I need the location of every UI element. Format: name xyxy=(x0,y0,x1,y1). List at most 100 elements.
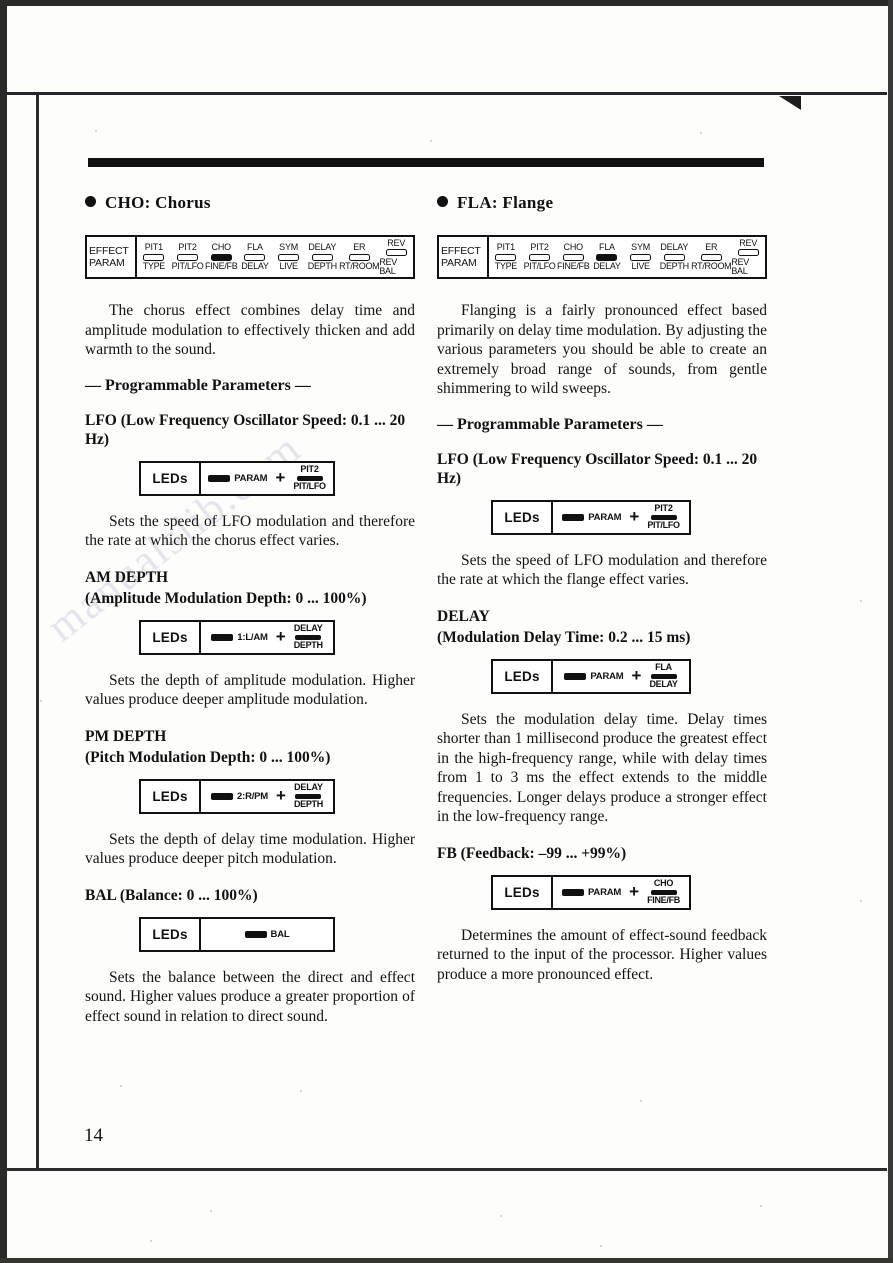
panel-cell-led-indicator xyxy=(278,253,300,261)
led-target-bottom-label: DEPTH xyxy=(293,799,323,809)
panel-cell-sym[interactable]: SYM LIVE xyxy=(272,237,306,277)
led-target-cho[interactable]: CHO FINE/FB xyxy=(647,879,680,905)
led-button-label: 2:R/PM xyxy=(237,790,269,802)
led-target-bottom-label: DELAY xyxy=(649,679,678,689)
panel-cell-delay[interactable]: DELAY DEPTH xyxy=(657,237,691,277)
bullet-icon xyxy=(85,196,96,207)
parameter-description: Determines the amount of effect-sound fe… xyxy=(437,926,767,983)
parameter-title: FB (Feedback: –99 ... +99%) xyxy=(437,844,627,862)
parameter-description: Sets the speed of LFO modulation and the… xyxy=(437,551,767,589)
panel-cell-top-label: REV xyxy=(387,237,406,248)
panel-cell-top-label: REV xyxy=(739,237,758,248)
led-instruction-box: LEDs BAL xyxy=(139,916,335,952)
panel-cell-led-indicator xyxy=(596,253,618,261)
led-bar-indicator xyxy=(295,793,322,799)
led-target-top-label: DELAY xyxy=(294,782,323,792)
led-box-body: PARAM + CHO FINE/FB xyxy=(553,877,689,908)
led-box-body: 2:R/PM + DELAY DEPTH xyxy=(201,781,333,812)
led-target-bottom-label: FINE/FB xyxy=(647,895,680,905)
plus-icon: + xyxy=(276,786,286,805)
section-rule xyxy=(88,158,764,167)
led-target-fla[interactable]: FLA DELAY xyxy=(649,663,677,689)
led-target-top-label: FLA xyxy=(655,662,672,672)
led-button-label: BAL xyxy=(270,928,290,940)
led-instruction-box: LEDs PARAM + PIT2 PIT/LFO xyxy=(139,460,335,496)
led-button-param[interactable]: PARAM xyxy=(562,512,622,523)
led-bar-indicator xyxy=(211,633,234,641)
scan-speckle xyxy=(150,1240,152,1242)
panel-cell-pit1[interactable]: PIT1 TYPE xyxy=(137,237,171,277)
led-button-param[interactable]: PARAM xyxy=(208,472,268,484)
panel-cell-top-label: CHO xyxy=(563,242,584,252)
panel-cell-top-label: SYM xyxy=(631,242,651,252)
scan-speckle xyxy=(860,900,862,902)
led-button-1-l-am[interactable]: 1:L/AM xyxy=(211,632,268,643)
led-button-2-r-pm[interactable]: 2:R/PM xyxy=(211,791,268,802)
panel-cell-bottom-label: TYPE xyxy=(142,261,166,271)
panel-cell-led-indicator xyxy=(143,253,165,261)
scan-speckle xyxy=(600,1245,602,1247)
panel-cell-led-indicator xyxy=(562,253,584,261)
panel-cell-led-indicator xyxy=(737,249,759,256)
panel-cell-er[interactable]: ER RT/ROOM xyxy=(339,237,380,277)
panel-cell-delay[interactable]: DELAY DEPTH xyxy=(305,237,339,277)
led-bar-indicator xyxy=(211,792,234,800)
parameter-block: BAL (Balance: 0 ... 100%) LEDs BAL Sets the… xyxy=(85,886,415,1027)
led-instruction-box: LEDs 2:R/PM + DELAY DEPTH xyxy=(139,778,335,814)
strip-cells-fla: PIT1 TYPE PIT2 PIT/LFO CHO FINE/FB FLA DELAY SYM… xyxy=(489,237,765,277)
led-bar-indicator xyxy=(295,634,322,640)
panel-cell-pit2[interactable]: PIT2 PIT/LFO xyxy=(523,237,557,277)
led-instruction-box: LEDs PARAM + PIT2 PIT/LFO xyxy=(491,499,691,535)
led-target-pit2[interactable]: PIT2 PIT/LFO xyxy=(647,504,680,530)
panel-cell-rev[interactable]: REV REV BAL xyxy=(379,237,413,277)
panel-cell-top-label: ER xyxy=(705,242,718,252)
led-button-label: PARAM xyxy=(234,472,268,484)
page-content: CHO: Chorus EFFECT PARAM PIT1 TYPE PIT2 PIT… xyxy=(0,0,893,1263)
panel-cell-top-label: FLA xyxy=(598,242,615,252)
scan-speckle xyxy=(860,600,862,602)
panel-cell-er[interactable]: ER RT/ROOM xyxy=(691,237,732,277)
panel-cell-cho[interactable]: CHO FINE/FB xyxy=(204,237,238,277)
panel-cell-top-label: CHO xyxy=(211,242,232,252)
led-target-top-label: CHO xyxy=(653,878,674,888)
parameter-block: LFO (Low Frequency Oscillator Speed: 0.1… xyxy=(437,450,767,590)
led-box-body: BAL xyxy=(201,919,333,950)
plus-icon: + xyxy=(629,882,640,901)
panel-cell-pit1[interactable]: PIT1 TYPE xyxy=(489,237,523,277)
led-button-bal[interactable]: BAL xyxy=(244,928,290,940)
led-button-param[interactable]: PARAM xyxy=(564,670,624,682)
panel-cell-fla[interactable]: FLA DELAY xyxy=(238,237,272,277)
led-target-pit2[interactable]: PIT2 PIT/LFO xyxy=(293,465,326,491)
strip-label-param: PARAM xyxy=(89,257,125,269)
programmable-parameters-heading-cho: — Programmable Parameters — xyxy=(85,376,311,394)
parameter-block: AM DEPTH (Amplitude Modulation Depth: 0 .… xyxy=(85,568,415,710)
panel-cell-led-indicator xyxy=(663,253,685,261)
led-instruction-box: LEDs PARAM + CHO FINE/FB xyxy=(491,874,691,910)
parameter-title: LFO (Low Frequency Oscillator Speed: 0.1… xyxy=(85,411,406,448)
led-target-delay[interactable]: DELAY DEPTH xyxy=(294,783,323,809)
panel-cell-top-label: PIT1 xyxy=(144,242,163,252)
led-target-delay[interactable]: DELAY DEPTH xyxy=(294,624,323,650)
panel-cell-fla[interactable]: FLA DELAY xyxy=(590,237,624,277)
section-heading-cho-label: CHO: Chorus xyxy=(105,193,211,212)
panel-cell-led-indicator xyxy=(529,253,551,261)
led-bar-indicator xyxy=(244,930,267,938)
programmable-parameters-heading-fla: — Programmable Parameters — xyxy=(437,415,663,433)
parameter-subtitle: (Amplitude Modulation Depth: 0 ... 100%) xyxy=(85,589,367,607)
panel-cell-sym[interactable]: SYM LIVE xyxy=(624,237,658,277)
panel-cell-bottom-label: DELAY xyxy=(241,261,269,271)
panel-cell-cho[interactable]: CHO FINE/FB xyxy=(556,237,590,277)
panel-cell-rev[interactable]: REV REV BAL xyxy=(731,237,765,277)
front-panel-strip-cho: EFFECT PARAM PIT1 TYPE PIT2 PIT/LFO CHO FINE/… xyxy=(85,235,415,279)
panel-cell-pit2[interactable]: PIT2 PIT/LFO xyxy=(171,237,205,277)
parameter-subtitle: (Pitch Modulation Depth: 0 ... 100%) xyxy=(85,748,331,766)
panel-cell-led-indicator xyxy=(177,253,199,261)
led-box-label: LEDs xyxy=(493,876,553,908)
panel-cell-bottom-label: REV BAL xyxy=(731,256,749,276)
led-button-label: PARAM xyxy=(590,670,624,682)
bullet-icon xyxy=(437,196,448,207)
panel-cell-led-indicator xyxy=(244,253,266,261)
panel-cell-led-indicator xyxy=(630,253,652,261)
led-button-param[interactable]: PARAM xyxy=(562,887,621,898)
front-panel-strip-fla: EFFECT PARAM PIT1 TYPE PIT2 PIT/LFO CHO FINE/… xyxy=(437,235,767,279)
